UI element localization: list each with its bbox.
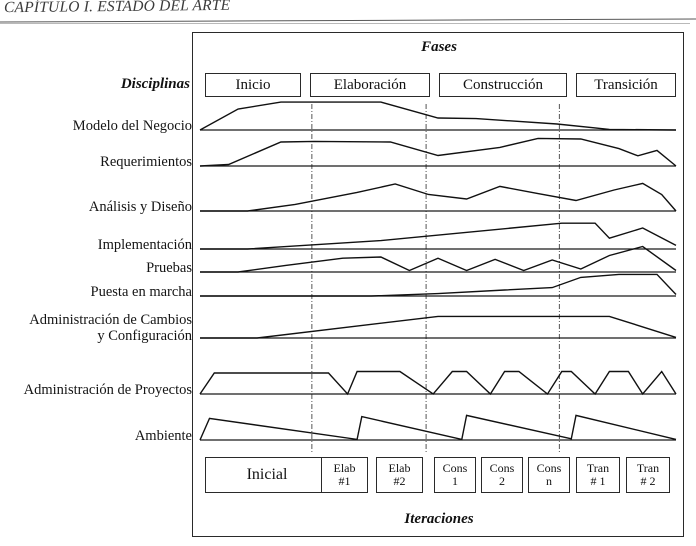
page-running-header: CAPÍTULO I. ESTADO DEL ARTE	[0, 0, 696, 24]
iteration-box-text: Tran # 1	[587, 462, 609, 488]
header-rule	[0, 18, 696, 23]
discipline-label-line: Ambiente	[134, 428, 192, 444]
phase-box[interactable]: Construcción	[439, 73, 567, 97]
discipline-label: Análisis y Diseño	[89, 199, 192, 215]
discipline-label-line: Pruebas	[146, 260, 192, 276]
discipline-label-line: Requerimientos	[100, 154, 192, 170]
chapter-title: CAPÍTULO I. ESTADO DEL ARTE	[4, 0, 231, 17]
phase-box[interactable]: Elaboración	[310, 73, 430, 97]
iteration-box-text: Elab #1	[334, 462, 356, 488]
iteration-box[interactable]: Cons 1	[434, 457, 476, 493]
discipline-label: Puesta en marcha	[91, 284, 192, 300]
iteration-box[interactable]: Elab #1	[321, 457, 368, 493]
discipline-label-line: y Configuración	[97, 328, 192, 344]
rup-hump-chart: Fases Inicio Elaboración Construcción Trans…	[192, 32, 684, 537]
discipline-label-line: Administración de Proyectos	[23, 382, 192, 398]
iteration-box-text: Tran # 2	[637, 462, 659, 488]
iteration-label-line2: # 1	[590, 474, 606, 488]
iteration-label-line1: Inicial	[246, 466, 288, 483]
iteration-label-line2: #2	[393, 474, 406, 488]
discipline-label: Requerimientos	[100, 154, 192, 170]
discipline-label: Administración de Cambios y Configuración	[29, 312, 192, 344]
discipline-label: Administración de Proyectos	[24, 382, 192, 398]
iteration-box-text: Cons 1	[443, 462, 468, 488]
header-rule-secondary	[0, 23, 690, 24]
discipline-label: Ambiente	[135, 428, 192, 444]
iteration-label-line2: 1	[452, 474, 458, 488]
iteration-box[interactable]: Tran # 1	[576, 457, 620, 493]
iteration-box[interactable]: Elab #2	[376, 457, 423, 493]
discipline-label-line: Análisis y Diseño	[88, 199, 192, 215]
discipline-label: Implementación	[98, 237, 192, 253]
phase-box[interactable]: Inicio	[205, 73, 301, 97]
iteration-box-text: Cons n	[537, 462, 562, 488]
discipline-label: Pruebas	[146, 260, 192, 276]
iteration-label-line2: # 2	[640, 474, 656, 488]
iteration-box[interactable]: Inicial	[205, 457, 329, 493]
iteration-label-line2: #1	[338, 474, 351, 488]
iteration-label-line2: 2	[499, 474, 505, 488]
document-page: CAPÍTULO I. ESTADO DEL ARTE Disciplinas …	[0, 0, 696, 546]
discipline-label-line: Implementación	[97, 237, 192, 253]
discipline-label-line: Administración de Cambios	[29, 312, 192, 328]
discipline-label-line: Puesta en marcha	[90, 284, 192, 300]
discipline-label-line: Modelo del Negocio	[72, 118, 192, 134]
iteration-label-line2: n	[546, 474, 552, 488]
iteration-box-text: Cons 2	[490, 462, 515, 488]
iteration-box-text: Inicial	[247, 466, 288, 484]
iteration-box[interactable]: Tran # 2	[626, 457, 670, 493]
iteraciones-heading: Iteraciones	[404, 511, 474, 527]
iteration-box-text: Elab #2	[389, 462, 411, 488]
fases-heading: Fases	[421, 39, 457, 55]
iteration-box[interactable]: Cons n	[528, 457, 570, 493]
discipline-label: Modelo del Negocio	[73, 118, 192, 134]
disciplinas-heading: Disciplinas	[120, 76, 190, 92]
phase-box[interactable]: Transición	[576, 73, 676, 97]
iteration-box[interactable]: Cons 2	[481, 457, 523, 493]
